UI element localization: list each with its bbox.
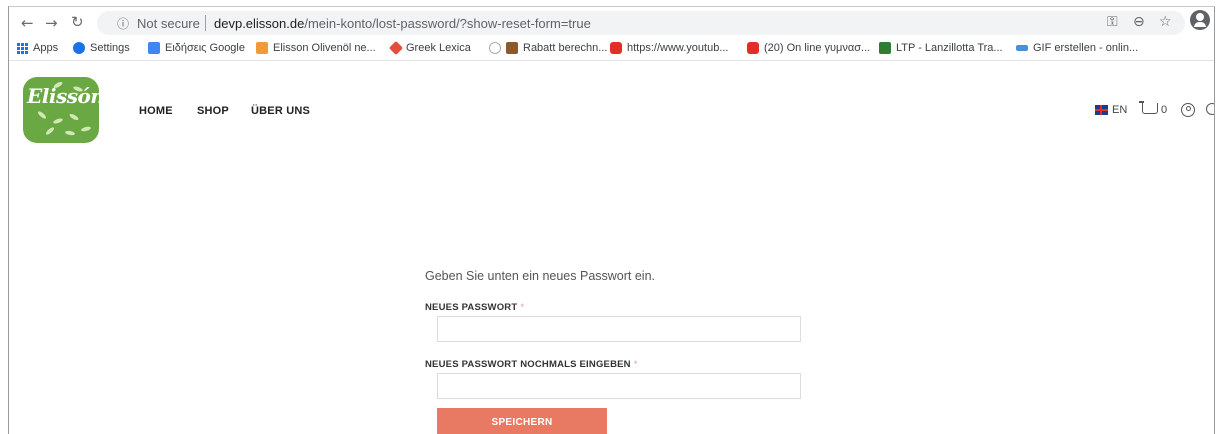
leaf-decoration: [68, 112, 80, 122]
youtube-icon: [747, 42, 759, 54]
leaf-decoration: [64, 130, 76, 136]
bookmark-label: Apps: [33, 42, 59, 54]
confirm-password-label: NEUES PASSWORT NOCHMALS EINGEBEN *: [425, 359, 638, 370]
bookmark-label: https://www.youtub...: [627, 42, 729, 54]
security-status: Not secure: [137, 16, 200, 31]
bookmark-ltp[interactable]: LTP - Lanzillotta Tra...: [879, 42, 1003, 54]
url-host: devp.elisson.de: [214, 16, 305, 31]
leaf-decoration: [44, 126, 56, 136]
nav-shop[interactable]: SHOP: [197, 105, 229, 117]
required-marker: *: [520, 302, 525, 313]
bookmark-youtube[interactable]: https://www.youtub...: [610, 42, 729, 54]
confirm-password-input[interactable]: [437, 373, 801, 399]
bookmark-youtube-2[interactable]: (20) On line γυμνασ...: [747, 42, 870, 54]
bookmark-gif[interactable]: GIF erstellen - onlin...: [1016, 42, 1138, 54]
cart-icon[interactable]: [1139, 101, 1158, 114]
save-button[interactable]: SPEICHERN: [437, 408, 607, 434]
bookmark-label: Elisson Olivenöl ne...: [273, 42, 376, 54]
youtube-icon: [610, 42, 622, 54]
bookmark-greek-lexica[interactable]: Greek Lexica: [388, 40, 471, 56]
bookmark-label: LTP - Lanzillotta Tra...: [896, 42, 1003, 54]
elisson-icon: [256, 42, 268, 54]
required-marker: *: [633, 359, 638, 370]
browser-window: ← → ↻ ⓘ Not secure devp.elisson.de/mein-…: [8, 6, 1215, 434]
bookmark-label: Ειδήσεις Google: [165, 42, 245, 54]
bookmark-google-news[interactable]: Ειδήσεις Google: [148, 42, 245, 54]
new-password-label: NEUES PASSWORT *: [425, 302, 524, 313]
star-icon[interactable]: ☆: [1159, 14, 1172, 30]
bookmark-label: Rabatt berechn...: [523, 42, 608, 54]
label-text: NEUES PASSWORT NOCHMALS EINGEBEN: [425, 359, 631, 370]
bookmarks-bar: Apps Settings Ειδήσεις Google Elisson Ol…: [9, 38, 1214, 61]
address-bar-row: ← → ↻ ⓘ Not secure devp.elisson.de/mein-…: [9, 7, 1214, 38]
bookmark-label: GIF erstellen - onlin...: [1033, 42, 1139, 54]
form-intro: Geben Sie unten ein neues Passwort ein.: [425, 269, 656, 283]
divider: [205, 15, 206, 31]
language-label[interactable]: EN: [1112, 104, 1127, 116]
key-icon[interactable]: ⚿: [1107, 14, 1118, 30]
apps-icon: [17, 42, 28, 54]
url-text[interactable]: devp.elisson.de/mein-konto/lost-password…: [214, 16, 591, 31]
leaf-decoration: [52, 117, 64, 125]
cart-count[interactable]: 0: [1161, 104, 1167, 116]
account-icon[interactable]: [1181, 103, 1195, 117]
logo-text: Elissón: [27, 84, 99, 108]
profile-icon[interactable]: [1190, 10, 1210, 30]
nav-home[interactable]: HOME: [139, 105, 173, 117]
ltp-icon: [879, 42, 891, 54]
bookmark-label: (20) On line γυμνασ...: [764, 42, 871, 54]
back-icon[interactable]: ←: [21, 14, 34, 32]
bookmark-rabatt[interactable]: Rabatt berechn...: [489, 42, 607, 54]
uk-flag-icon[interactable]: [1095, 105, 1108, 115]
bookmark-elisson[interactable]: Elisson Olivenöl ne...: [256, 42, 376, 54]
url-path: /mein-konto/lost-password/?show-reset-fo…: [304, 16, 591, 31]
bookmark-label: Greek Lexica: [406, 42, 471, 54]
new-password-input[interactable]: [437, 316, 801, 342]
gear-icon: [73, 42, 85, 54]
forward-icon[interactable]: →: [45, 14, 58, 32]
leaf-decoration: [80, 125, 92, 133]
address-bar[interactable]: ⓘ Not secure devp.elisson.de/mein-konto/…: [97, 11, 1185, 35]
zoom-icon[interactable]: ⊖: [1133, 14, 1145, 30]
leaf-decoration: [36, 110, 48, 120]
bookmark-apps[interactable]: Apps: [17, 42, 58, 54]
rabatt-icon: [506, 42, 518, 54]
check-icon: [489, 42, 501, 54]
news-icon: [148, 42, 160, 54]
search-icon[interactable]: [1206, 103, 1214, 115]
info-icon[interactable]: ⓘ: [117, 15, 129, 32]
nav-ueber-uns[interactable]: ÜBER UNS: [251, 105, 310, 117]
reload-icon[interactable]: ↻: [71, 13, 84, 31]
site-logo[interactable]: Elissón: [23, 77, 99, 143]
lexica-icon: [388, 40, 404, 56]
bookmark-label: Settings: [90, 42, 130, 54]
gif-icon: [1016, 45, 1028, 51]
label-text: NEUES PASSWORT: [425, 302, 518, 313]
bookmark-settings[interactable]: Settings: [73, 42, 130, 54]
